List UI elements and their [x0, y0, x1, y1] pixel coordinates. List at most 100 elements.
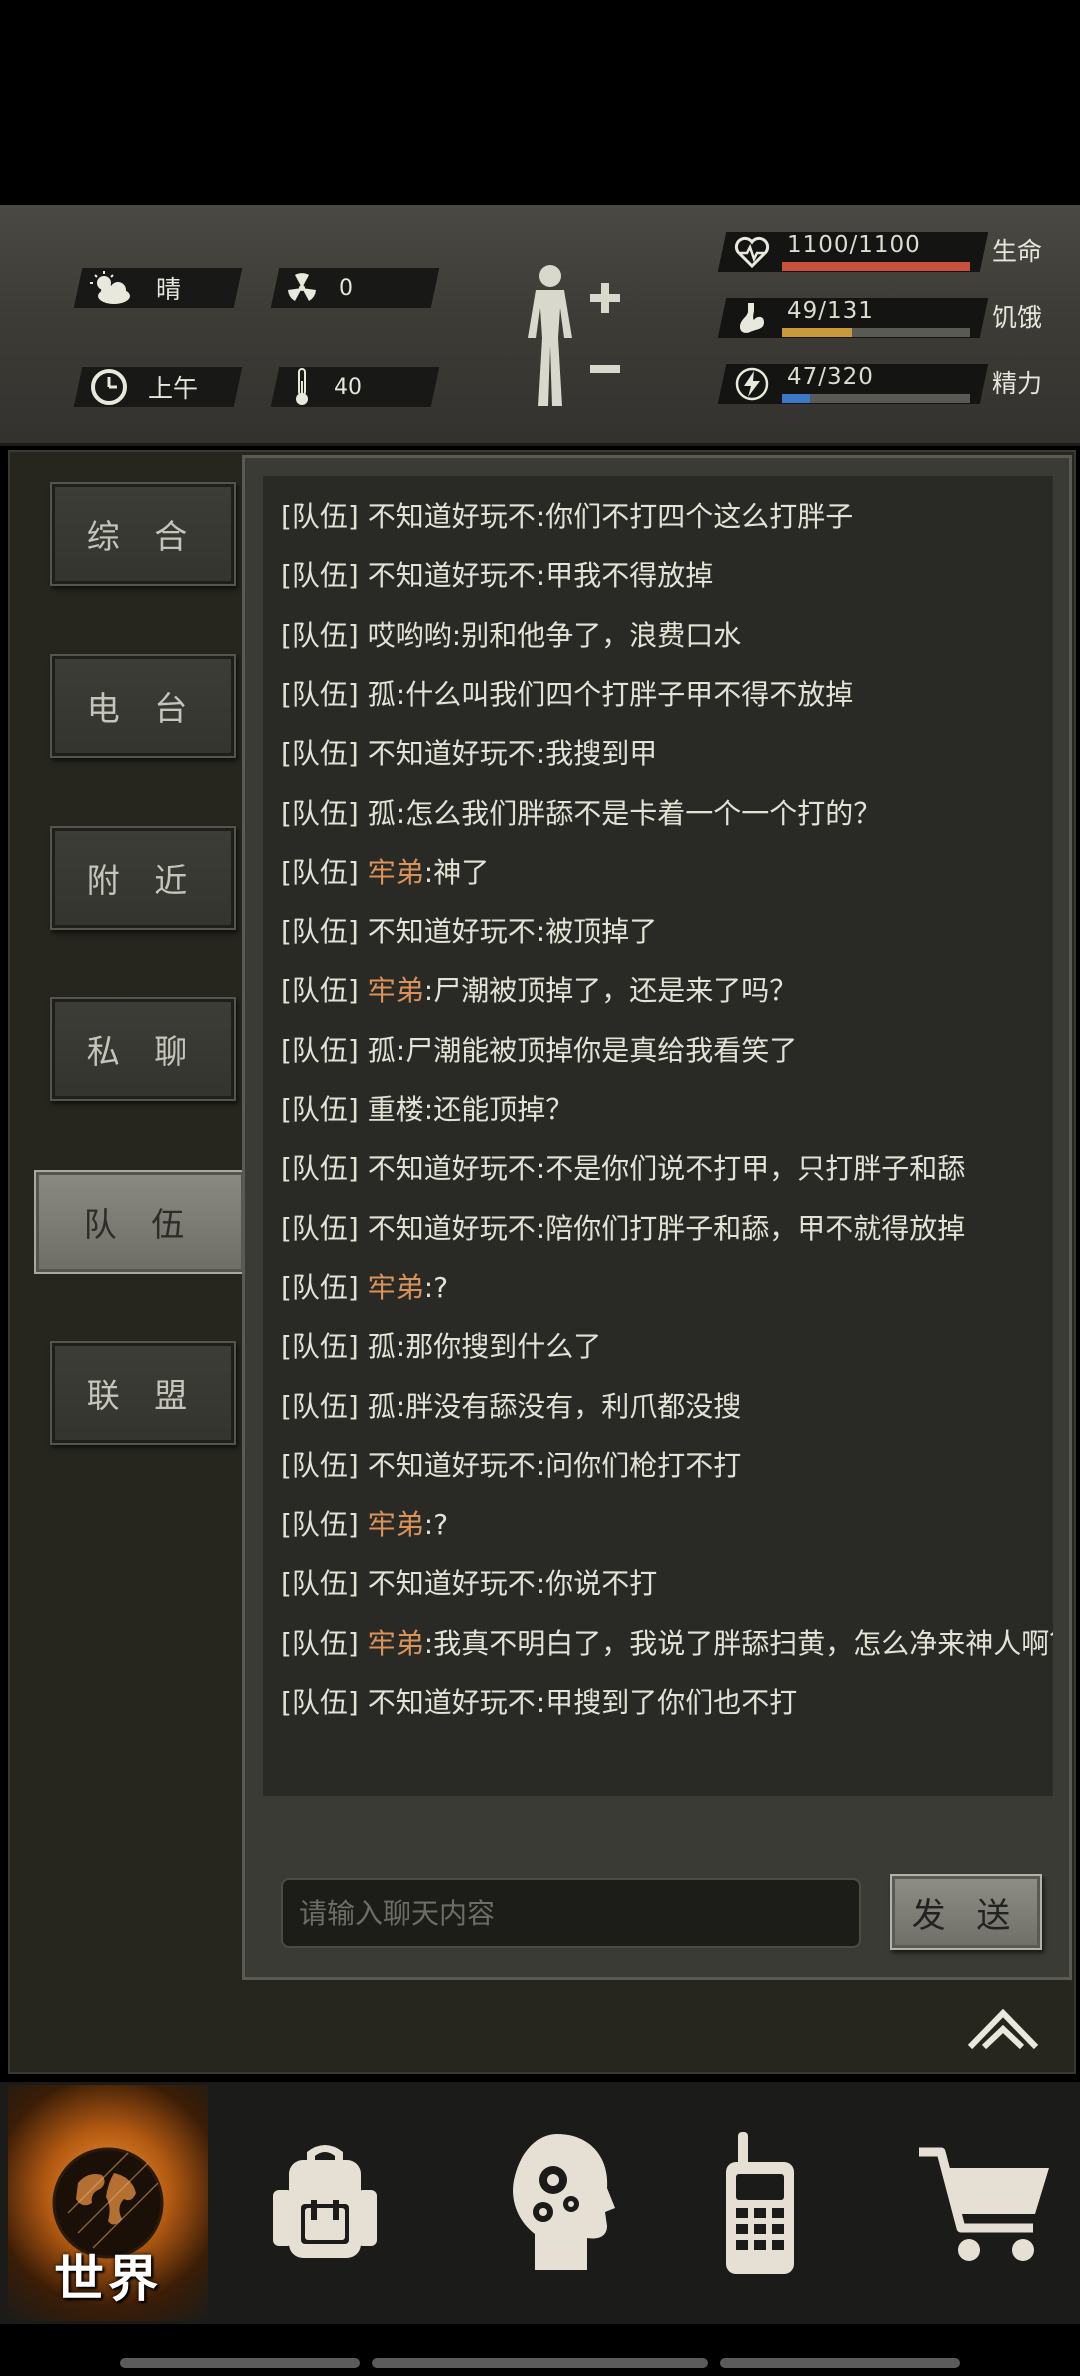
chat-sender-name[interactable]: 孤	[368, 1330, 396, 1363]
chat-channel-tag: [队伍]	[281, 500, 359, 533]
chat-channel-tag: [队伍]	[281, 618, 359, 652]
chat-channel-tag: [队伍]	[281, 1270, 359, 1304]
energy-value: 47/320	[787, 364, 874, 390]
tab-general[interactable]: 综 合	[50, 482, 236, 586]
weather-status: 晴	[90, 268, 181, 308]
chat-channel-tag: [队伍]	[281, 796, 359, 830]
thermometer-icon	[292, 367, 312, 407]
chat-log[interactable]: [队伍] 不知道好玩不:你们不打四个这么打胖子 [队伍] 不知道好玩不:甲我不得放…	[263, 476, 1053, 1796]
chat-message: [队伍] 孤:尸潮能被顶掉你是真给我看笑了	[281, 1030, 1051, 1072]
chat-message: [队伍] 不知道好玩不:被顶掉了	[281, 911, 1051, 953]
chat-message: [队伍] 不知道好玩不:问你们枪打不打	[281, 1445, 1051, 1487]
tab-private[interactable]: 私 聊	[50, 997, 236, 1101]
chat-sender-name[interactable]: 孤	[368, 678, 396, 711]
nav-shop[interactable]	[895, 2085, 1075, 2321]
send-button[interactable]: 发 送	[890, 1874, 1042, 1950]
chat-channel-tag: [队伍]	[281, 1033, 359, 1067]
tab-alliance[interactable]: 联 盟	[50, 1341, 236, 1445]
stomach-icon	[740, 303, 764, 333]
chat-message: [队伍] 孤:怎么我们胖舔不是卡着一个一个打的？	[281, 793, 1051, 835]
chat-sender-name[interactable]: 牢弟	[368, 1271, 424, 1304]
chat-message-text: :神了	[423, 855, 490, 889]
chat-sender-name[interactable]: 孤	[368, 797, 396, 830]
radiation-value: 0	[339, 275, 353, 301]
chat-sender-name[interactable]: 不知道好玩不	[368, 1152, 536, 1185]
hunger-bar	[782, 328, 970, 337]
nav-world[interactable]: 世界	[8, 2085, 208, 2321]
chat-sender-name[interactable]: 不知道好玩不	[368, 1567, 536, 1600]
chat-channel-tag: [队伍]	[281, 737, 359, 771]
hunger-stat: 49/131 饥饿	[717, 298, 1062, 338]
shopping-cart-icon	[919, 2147, 1049, 2261]
nav-backpack[interactable]	[235, 2085, 415, 2321]
nav-world-label: 世界	[54, 2250, 162, 2308]
body-figure-icon[interactable]	[520, 262, 625, 412]
lightning-icon	[735, 367, 769, 401]
chat-channel-tag: [队伍]	[281, 1686, 359, 1719]
health-bar-fill	[782, 262, 970, 271]
radiation-status: 0	[285, 268, 353, 308]
heart-pulse-icon	[734, 236, 770, 269]
temperature-status: 40	[292, 367, 362, 407]
chat-message: [队伍] 不知道好玩不:甲搜到了你们也不打	[281, 1682, 1051, 1724]
tab-radio[interactable]: 电 台	[50, 654, 236, 758]
chat-channel-tag: [队伍]	[281, 1211, 359, 1245]
chat-sender-name[interactable]: 不知道好玩不	[368, 559, 536, 592]
chat-sender-name[interactable]: 不知道好玩不	[368, 500, 536, 533]
chat-sender-name[interactable]: 不知道好玩不	[368, 1212, 536, 1245]
temperature-value: 40	[334, 374, 362, 400]
hunger-value: 49/131	[787, 298, 874, 324]
chat-sender-name[interactable]: 不知道好玩不	[368, 915, 536, 948]
nav-skills[interactable]	[470, 2085, 650, 2321]
tab-nearby[interactable]: 附 近	[50, 826, 236, 930]
chat-sender-name[interactable]: 孤	[368, 1034, 396, 1067]
chat-channel-tag: [队伍]	[281, 559, 359, 593]
chat-message-text: :什么叫我们四个打胖子甲不得不放掉	[395, 677, 854, 711]
chat-message: [队伍] 孤:胖没有舔没有，利爪都没搜	[281, 1386, 1051, 1428]
tab-team[interactable]: 队 伍	[34, 1170, 246, 1274]
hunger-bar-fill	[782, 328, 853, 337]
chat-message-text: :我真不明白了，我说了胖舔扫黄，怎么净来神人啊？	[423, 1626, 1053, 1660]
chat-message: [队伍] 不知道好玩不:不是你们说不打甲，只打胖子和舔	[281, 1148, 1051, 1190]
chat-channel-tag: [队伍]	[281, 1567, 359, 1601]
chat-message-text: :尸潮能被顶掉你是真给我看笑了	[395, 1033, 798, 1067]
home-indicator-right	[720, 2358, 960, 2368]
chat-message-text: :?	[423, 1270, 449, 1304]
energy-stat: 47/320 精力	[717, 364, 1062, 404]
energy-label: 精力	[992, 369, 1043, 398]
chat-sender-name[interactable]: 不知道好玩不	[368, 1686, 536, 1719]
chat-message: [队伍] 牢弟:神了	[281, 852, 1051, 894]
chat-sender-name[interactable]: 哎哟哟	[368, 619, 452, 652]
chat-sender-name[interactable]: 不知道好玩不	[368, 737, 536, 770]
chat-message-text: :胖没有舔没有，利爪都没搜	[395, 1389, 742, 1423]
chat-channel-tag: [队伍]	[281, 1448, 359, 1482]
chat-message-text: :那你搜到什么了	[395, 1330, 602, 1364]
chat-message-text: :别和他争了，浪费口水	[451, 618, 742, 652]
chat-message-text: :你们不打四个这么打胖子	[535, 500, 854, 533]
chat-channel-tag: [队伍]	[281, 1093, 359, 1126]
backpack-icon	[273, 2145, 377, 2258]
chat-sender-name[interactable]: 牢弟	[368, 1508, 424, 1541]
chat-sender-name[interactable]: 不知道好玩不	[368, 1449, 536, 1482]
chat-sender-name[interactable]: 重楼	[368, 1093, 424, 1126]
chat-channel-tag: [队伍]	[281, 1508, 359, 1542]
double-chevron-up-icon[interactable]	[966, 2005, 1040, 2051]
chat-input[interactable]	[281, 1878, 861, 1948]
chat-sender-name[interactable]: 牢弟	[368, 974, 424, 1007]
partly-cloudy-icon	[90, 271, 132, 305]
chat-message-text: :?	[423, 1508, 449, 1542]
health-stat: 1100/1100 生命	[717, 232, 1062, 272]
chat-message: [队伍] 孤:什么叫我们四个打胖子甲不得不放掉	[281, 674, 1051, 716]
chat-sender-name[interactable]: 孤	[368, 1390, 396, 1423]
chat-message-text: :我搜到甲	[535, 737, 658, 771]
chat-message-text: :尸潮被顶掉了，还是来了吗？	[423, 974, 798, 1008]
chat-message: [队伍] 重楼:还能顶掉？	[281, 1089, 1051, 1131]
health-label: 生命	[992, 237, 1043, 266]
chat-channel-tag: [队伍]	[281, 1152, 359, 1186]
chat-sender-name[interactable]: 牢弟	[368, 1627, 424, 1660]
nav-radio[interactable]	[680, 2085, 840, 2321]
time-status: 上午	[90, 367, 198, 407]
chat-sender-name[interactable]: 牢弟	[368, 856, 424, 889]
chat-message: [队伍] 牢弟:我真不明白了，我说了胖舔扫黄，怎么净来神人啊？	[281, 1623, 1053, 1665]
chat-message-text: :你说不打	[535, 1567, 658, 1601]
